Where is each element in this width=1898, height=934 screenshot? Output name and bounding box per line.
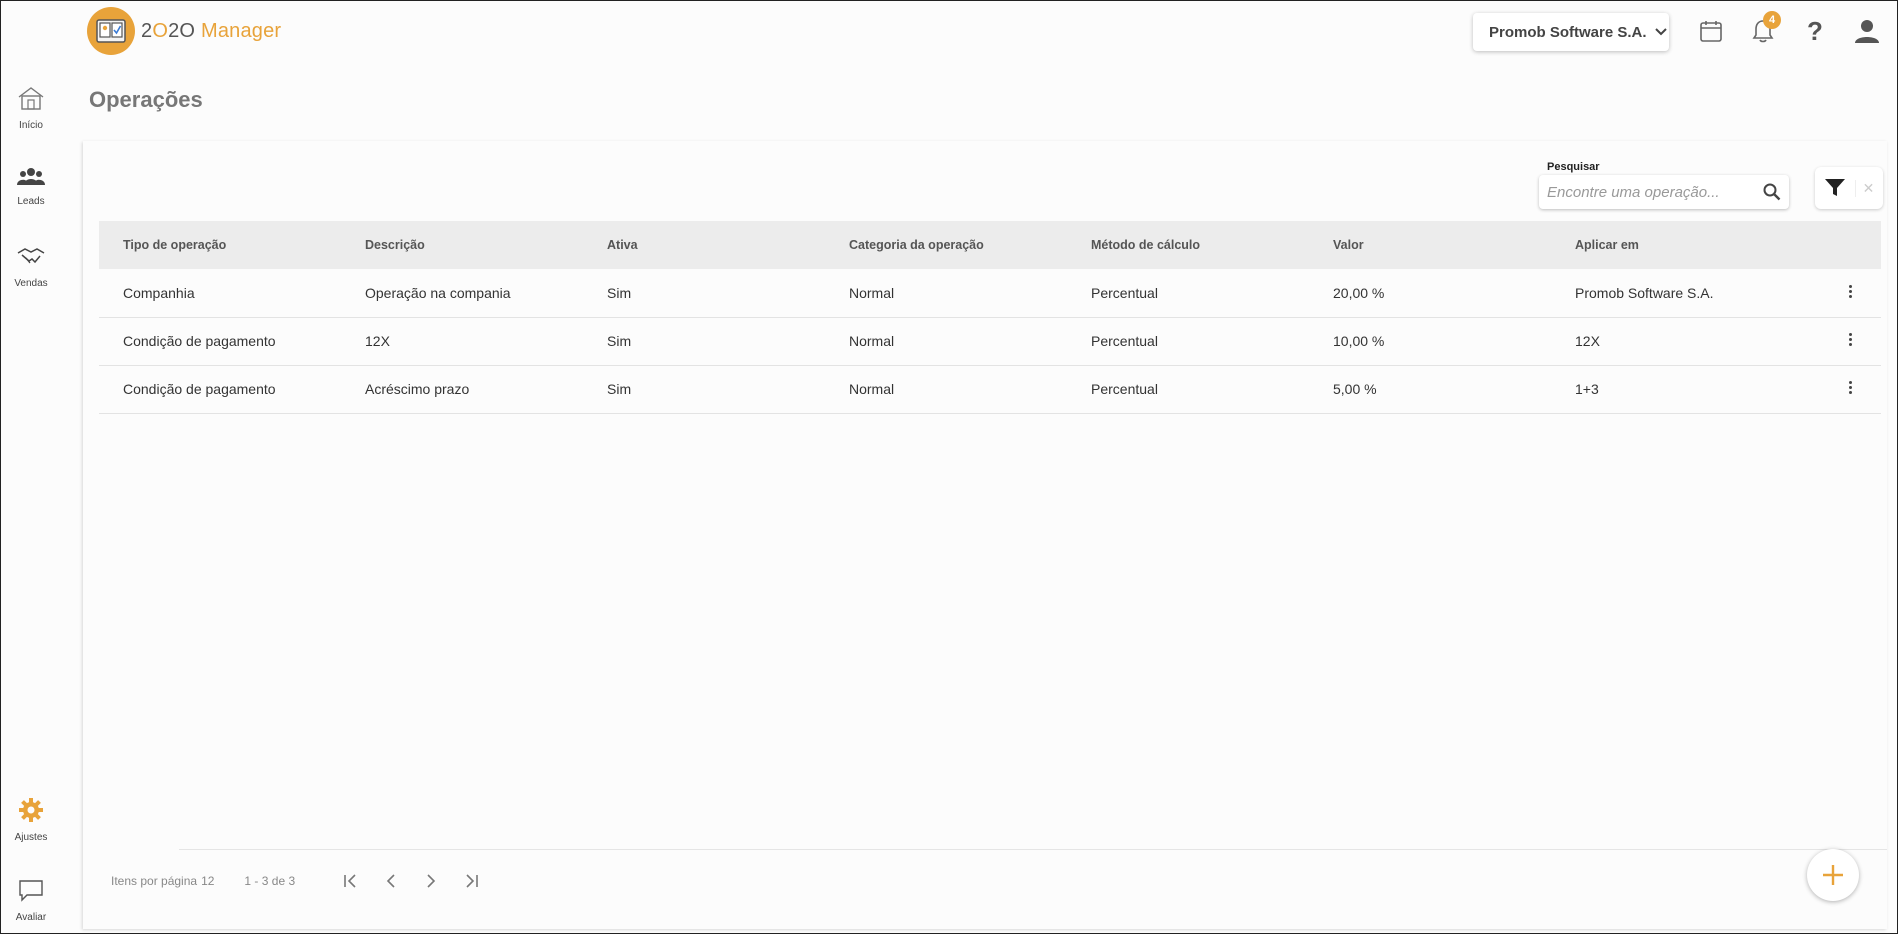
- first-page-icon[interactable]: [331, 869, 371, 893]
- chat-icon: [19, 880, 43, 902]
- clear-filter-button[interactable]: ✕: [1855, 179, 1881, 197]
- cell-tipo: Companhia: [123, 284, 195, 301]
- logo-text: 2O2O Manager: [141, 19, 282, 42]
- column-header[interactable]: Método de cálculo: [1067, 221, 1309, 269]
- cell-categoria: Normal: [849, 333, 895, 349]
- operations-card: Pesquisar ✕ Tipo de operação Descrição A…: [83, 141, 1887, 929]
- sidebar-item-label: Leads: [17, 196, 45, 207]
- cell-ativa: Sim: [607, 333, 632, 349]
- more-options-icon[interactable]: [1849, 379, 1853, 396]
- column-header-actions: [1821, 221, 1881, 269]
- people-icon: [17, 168, 45, 185]
- search-label: Pesquisar: [1547, 161, 1600, 173]
- app-logo[interactable]: 2O2O Manager: [87, 7, 281, 55]
- sidebar: Início Leads Vendas Ajustes Avaliar: [1, 63, 61, 933]
- column-header[interactable]: Descrição: [341, 221, 583, 269]
- column-header[interactable]: Valor: [1309, 221, 1551, 269]
- search-box: [1539, 175, 1789, 209]
- company-select[interactable]: Promob Software S.A.: [1473, 13, 1669, 51]
- sidebar-item-label: Início: [19, 120, 43, 131]
- cell-ativa: Sim: [607, 284, 632, 301]
- cell-metodo: Percentual: [1091, 333, 1158, 349]
- table-row[interactable]: Condição de pagamento 12X Sim Normal Per…: [99, 317, 1881, 365]
- sidebar-item-inicio[interactable]: Início: [1, 85, 61, 131]
- items-per-page-select[interactable]: 12: [201, 874, 214, 888]
- notifications-button[interactable]: 4: [1747, 11, 1781, 47]
- more-options-icon[interactable]: [1849, 331, 1853, 348]
- search-container: Pesquisar: [1539, 161, 1793, 209]
- sidebar-item-label: Avaliar: [15, 912, 47, 923]
- table-row[interactable]: Condição de pagamento Acréscimo prazo Si…: [99, 365, 1881, 413]
- cell-valor: 20,00 %: [1333, 284, 1385, 301]
- help-icon[interactable]: ?: [1799, 15, 1831, 47]
- sidebar-item-vendas[interactable]: Vendas: [1, 245, 61, 289]
- next-page-icon[interactable]: [411, 869, 451, 893]
- sidebar-item-ajustes[interactable]: Ajustes: [1, 797, 61, 843]
- column-header[interactable]: Categoria da operação: [825, 221, 1067, 269]
- cell-valor: 10,00 %: [1333, 333, 1385, 349]
- home-icon: [18, 87, 44, 110]
- sidebar-item-avaliar[interactable]: Avaliar: [1, 879, 61, 923]
- last-page-icon[interactable]: [451, 869, 491, 893]
- column-header[interactable]: Tipo de operação: [99, 221, 341, 269]
- cell-metodo: Percentual: [1091, 381, 1158, 397]
- user-avatar-icon[interactable]: [1851, 15, 1883, 47]
- notification-badge: 4: [1763, 11, 1781, 29]
- previous-page-icon[interactable]: [371, 869, 411, 893]
- cell-valor: 5,00 %: [1333, 381, 1377, 397]
- cell-descricao: 12X: [365, 333, 390, 349]
- table-header-row: Tipo de operação Descrição Ativa Categor…: [99, 221, 1881, 269]
- cell-descricao: Operação na compania: [365, 284, 511, 301]
- cell-aplicar: Promob Software S.A.: [1575, 284, 1714, 301]
- cell-tipo: Condição de pagamento: [123, 381, 276, 397]
- calendar-icon[interactable]: [1695, 15, 1727, 47]
- top-bar: 2O2O Manager Promob Software S.A. 4 ?: [1, 1, 1897, 63]
- cell-ativa: Sim: [607, 381, 632, 397]
- column-header[interactable]: Aplicar em: [1551, 221, 1821, 269]
- filter-icon: [1825, 179, 1845, 196]
- filter-group: ✕: [1815, 167, 1883, 209]
- pagination: Itens por página 12 1 - 3 de 3: [111, 869, 491, 893]
- add-operation-button[interactable]: [1807, 849, 1859, 901]
- cell-aplicar: 1+3: [1575, 381, 1599, 397]
- footer-divider: [179, 849, 1887, 850]
- more-options-icon[interactable]: [1849, 283, 1853, 300]
- sidebar-item-leads[interactable]: Leads: [1, 167, 61, 207]
- items-per-page-label: Itens por página: [111, 874, 198, 888]
- logo-badge-icon: [87, 7, 135, 55]
- handshake-icon: [17, 248, 45, 264]
- column-header[interactable]: Ativa: [583, 221, 825, 269]
- sidebar-item-label: Vendas: [14, 278, 48, 289]
- operations-table: Tipo de operação Descrição Ativa Categor…: [99, 221, 1881, 414]
- cell-categoria: Normal: [849, 381, 895, 397]
- page-range: 1 - 3 de 3: [244, 874, 296, 888]
- sidebar-item-label: Ajustes: [14, 832, 48, 843]
- table-row[interactable]: Companhia Operação na compania Sim Norma…: [99, 269, 1881, 317]
- gear-icon: [19, 798, 43, 822]
- cell-descricao: Acréscimo prazo: [365, 381, 470, 397]
- search-icon[interactable]: [1763, 183, 1781, 201]
- cell-metodo: Percentual: [1091, 284, 1158, 301]
- company-select-label: Promob Software S.A.: [1489, 23, 1647, 41]
- chevron-down-icon: [1654, 28, 1667, 36]
- cell-categoria: Normal: [849, 284, 895, 301]
- page-title: Operações: [89, 87, 203, 112]
- cell-aplicar: 12X: [1575, 333, 1600, 349]
- cell-tipo: Condição de pagamento: [123, 333, 276, 349]
- plus-icon: [1823, 865, 1843, 885]
- search-input[interactable]: [1547, 183, 1763, 201]
- filter-button[interactable]: [1815, 178, 1855, 198]
